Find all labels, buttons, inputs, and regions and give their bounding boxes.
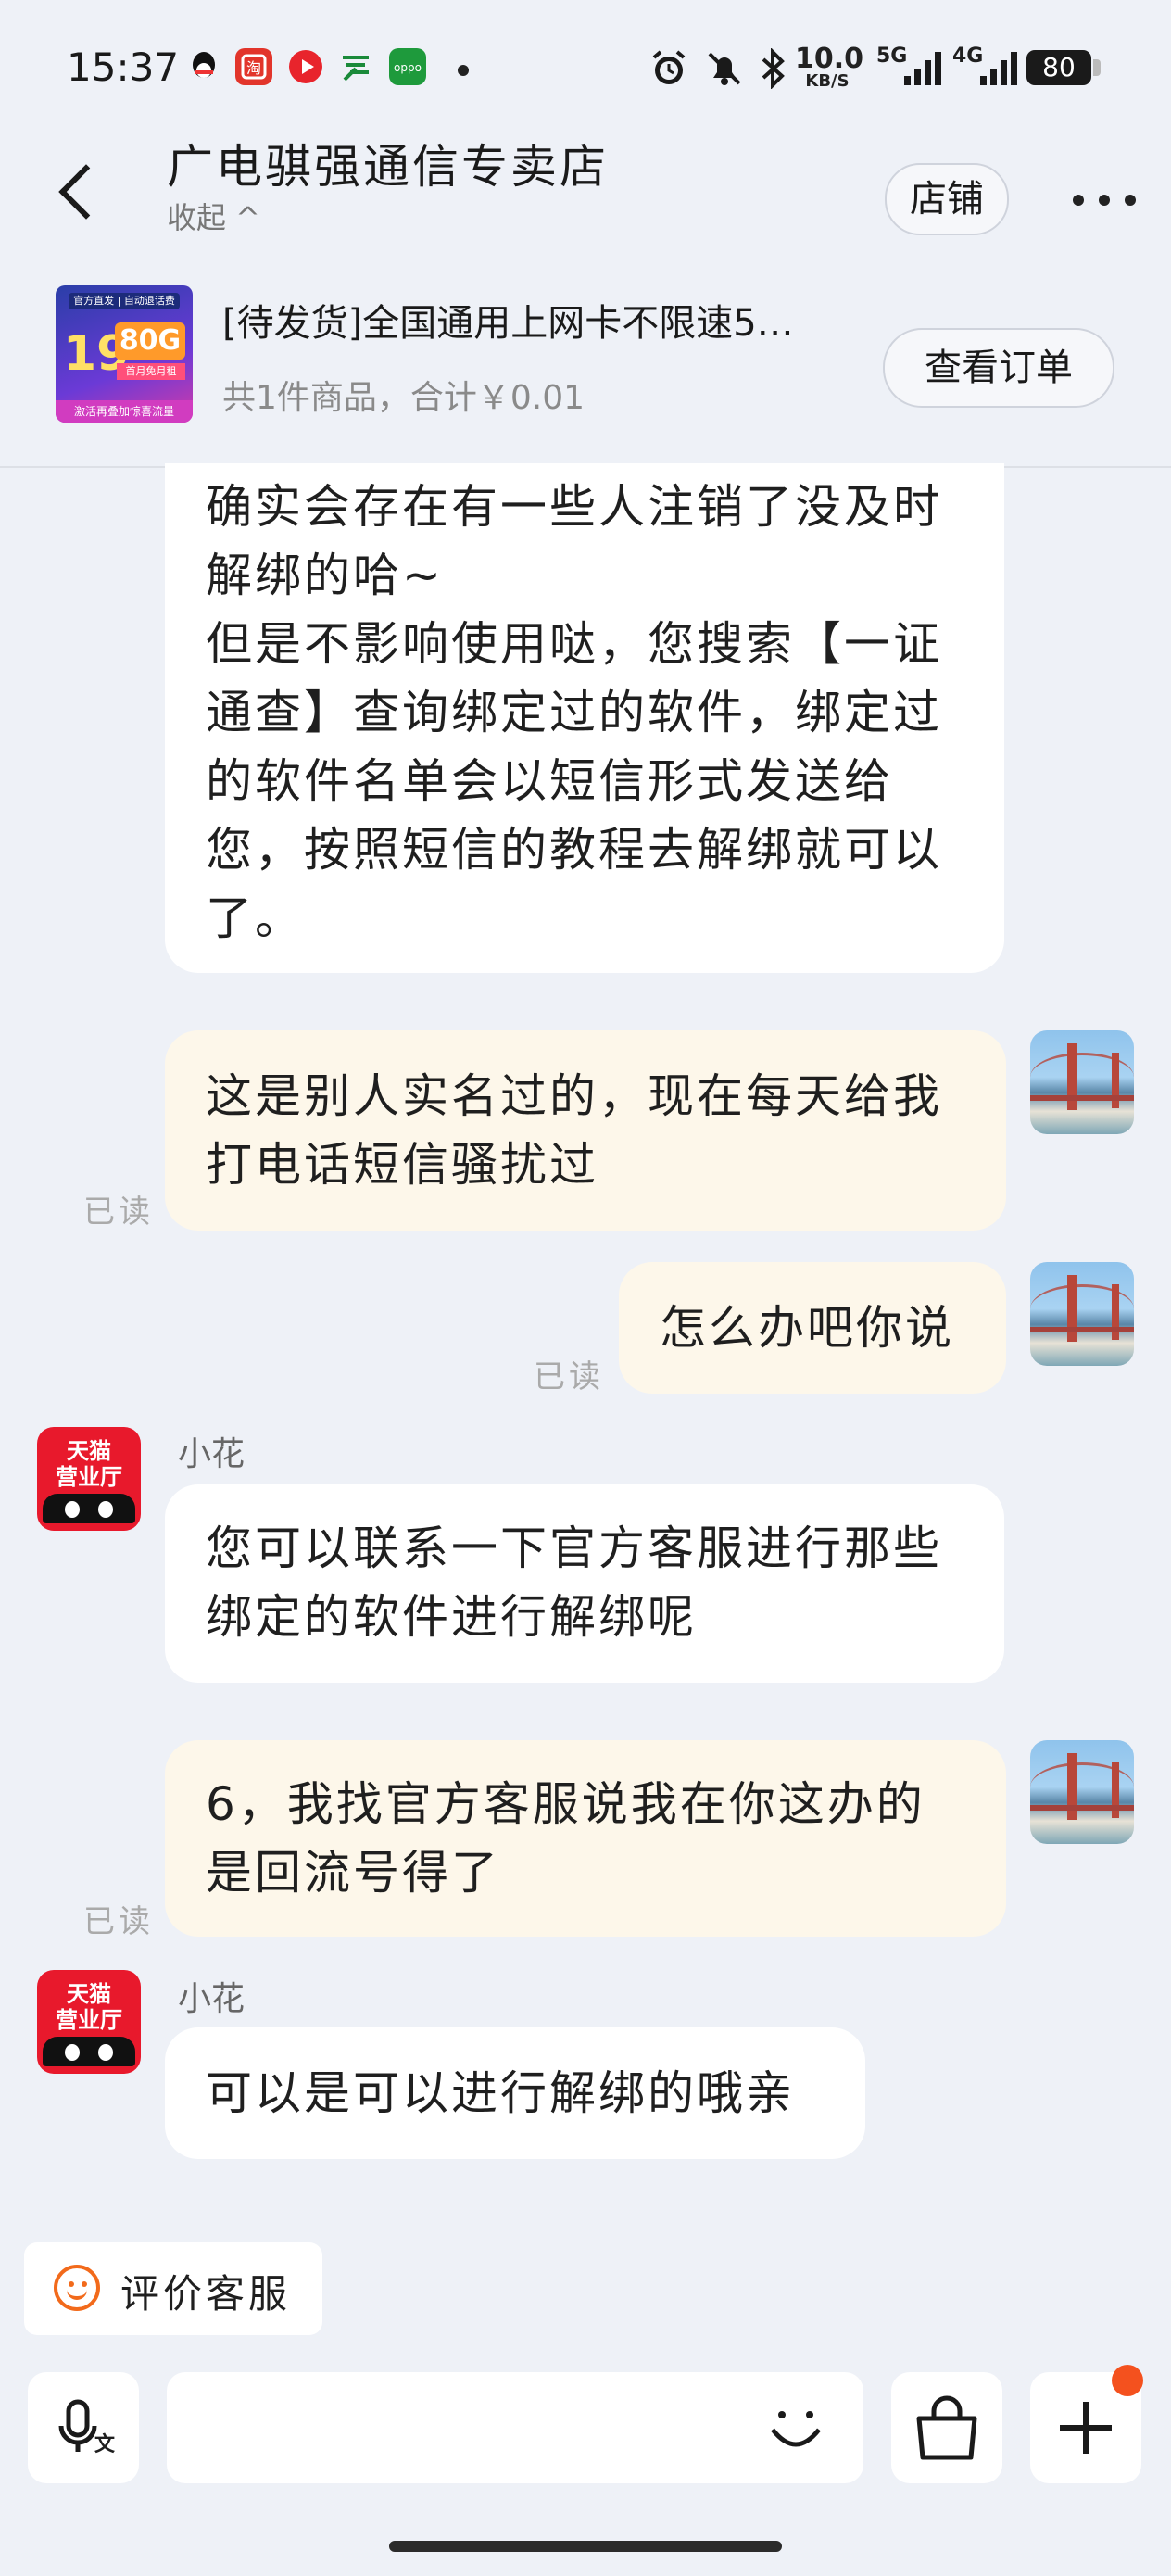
user-avatar[interactable]	[1030, 1262, 1134, 1366]
rate-service-button[interactable]: 评价客服	[24, 2242, 322, 2335]
user-avatar[interactable]	[1030, 1030, 1134, 1134]
thumb-data: 80G	[115, 322, 185, 360]
signal-icon	[904, 52, 941, 85]
read-receipt: 已读	[534, 1358, 604, 1395]
battery-icon: 80	[1026, 50, 1091, 85]
collapse-toggle[interactable]: 收起 ^	[167, 195, 260, 237]
shopping-bag-icon	[916, 2395, 977, 2460]
video-app-icon	[287, 48, 324, 85]
more-options-icon[interactable]	[1073, 195, 1138, 208]
customer-service-avatar[interactable]: 天猫 营业厅	[37, 1427, 141, 1531]
emoji-icon[interactable]	[763, 2398, 828, 2463]
message-bubble-user: 这是别人实名过的，现在每天给我打电话短信骚扰过	[165, 1030, 1006, 1231]
message-bubble-cs: 可以是可以进行解绑的哦亲	[165, 2027, 865, 2159]
shop-button[interactable]: 店铺	[885, 163, 1009, 235]
alarm-icon	[648, 48, 686, 85]
more-notifications-dot	[458, 65, 469, 76]
tmall-logo-text: 天猫 营业厅	[56, 1981, 122, 2033]
smile-icon	[54, 2265, 100, 2311]
signal-icon	[980, 52, 1017, 85]
rate-service-label: 评价客服	[120, 2271, 292, 2317]
view-order-button[interactable]: 查看订单	[883, 328, 1114, 408]
product-thumbnail[interactable]: 官方直发 | 自动退话费 19 80G 首月免月租 激活再叠加惊喜流量	[56, 285, 193, 423]
thumb-top-text: 官方直发 | 自动退话费	[69, 293, 180, 309]
svg-text:淘: 淘	[246, 59, 261, 77]
shopping-bag-button[interactable]	[891, 2372, 1002, 2483]
read-receipt: 已读	[83, 1903, 154, 1940]
net-speed-unit: KB/S	[805, 71, 850, 91]
order-summary: 共1件商品，合计￥0.01	[222, 379, 586, 417]
battery-nub	[1093, 59, 1101, 76]
notification-dot	[1112, 2365, 1143, 2396]
more-actions-button[interactable]	[1030, 2365, 1143, 2483]
home-indicator[interactable]	[389, 2541, 782, 2552]
voice-input-button[interactable]: 文	[28, 2372, 139, 2483]
message-bubble-user: 怎么办吧你说	[619, 1262, 1006, 1394]
net-speed-value: 10.0	[795, 43, 864, 75]
thumb-bottom-text: 激活再叠加惊喜流量	[56, 400, 193, 423]
qq-icon	[185, 48, 222, 85]
shop-app-icon: 淘	[235, 48, 272, 85]
svg-text:oppo: oppo	[394, 61, 422, 74]
customer-service-avatar[interactable]: 天猫 营业厅	[37, 1970, 141, 2074]
china-post-icon	[337, 48, 374, 85]
mute-icon	[704, 48, 741, 85]
order-title[interactable]: [待发货]全国通用上网卡不限速5…	[222, 293, 889, 347]
message-bubble-user: 6，我找官方客服说我在你这办的是回流号得了	[165, 1740, 1006, 1937]
message-bubble-cs: 确实会存在有一些人注销了没及时解绑的哈~ 但是不影响使用哒，您搜索【一证通查】查…	[165, 463, 1004, 973]
message-input[interactable]	[167, 2372, 863, 2483]
bluetooth-icon	[754, 47, 791, 90]
status-bar: 15:37 淘 oppo 10.0 KB/S 5G 4G 80	[0, 0, 1171, 139]
voice-to-text-icon	[58, 2399, 97, 2452]
shop-title: 广电骐强通信专卖店	[167, 140, 609, 194]
voice-sub-label: 文	[94, 2433, 116, 2456]
tmall-logo-text: 天猫 营业厅	[56, 1438, 122, 1490]
sender-name: 小花	[178, 1980, 246, 2018]
oppo-icon: oppo	[389, 48, 426, 85]
sender-name: 小花	[178, 1435, 246, 1473]
read-receipt: 已读	[83, 1193, 154, 1231]
thumb-mid-text: 首月免月租	[117, 363, 185, 380]
net-speed: 10.0 KB/S	[795, 43, 864, 91]
message-bubble-cs: 您可以联系一下官方客服进行那些绑定的软件进行解绑呢	[165, 1484, 1004, 1683]
back-icon[interactable]	[58, 164, 114, 220]
user-avatar[interactable]	[1030, 1740, 1134, 1844]
status-time: 15:37	[67, 44, 180, 90]
